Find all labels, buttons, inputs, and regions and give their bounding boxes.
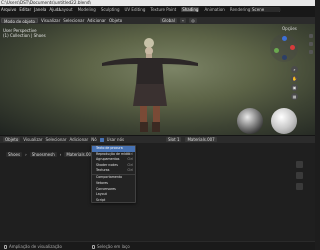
pan-hand-icon[interactable]: ✋ xyxy=(291,75,298,82)
tool-icon[interactable] xyxy=(309,42,313,46)
axis-neg-z-icon[interactable] xyxy=(282,55,287,60)
select-menu[interactable]: Selecionar xyxy=(63,18,84,23)
viewport-header: Modo de objeto Visualizar Selecionar Adi… xyxy=(0,17,315,24)
breadcrumb-mesh: Shoesmesh xyxy=(29,152,57,157)
node-editor-side-buttons xyxy=(296,161,303,190)
tab-sculpting[interactable]: Sculpting xyxy=(101,7,120,12)
menu-item[interactable]: Script xyxy=(92,198,135,204)
options-button[interactable]: Opções xyxy=(282,26,297,31)
collection-label: (1) Collection | Shoes xyxy=(3,33,46,38)
side-tab-icon[interactable] xyxy=(296,172,303,179)
status-left-text: Ampliação de visualização xyxy=(9,244,62,249)
character-model[interactable] xyxy=(100,36,200,134)
add-node-menu: Texto de procura Reprodução de mídia Ctrl… xyxy=(91,145,136,203)
mouse-icon xyxy=(92,244,95,249)
chevron-right-icon: › xyxy=(59,152,62,157)
zoom-icon[interactable]: ⌕ xyxy=(291,66,298,73)
shader-node-editor[interactable]: Shoes › Shoesmesh › Materials.007 Texto … xyxy=(0,143,315,241)
material-preview-sphere xyxy=(271,108,297,134)
object-menu[interactable]: Objeto xyxy=(109,18,122,23)
view-menu[interactable]: Visualizar xyxy=(41,18,60,23)
proportional-icon[interactable]: ◎ xyxy=(189,18,197,23)
transform-orientation[interactable]: Global xyxy=(160,18,177,23)
navigation-gizmo[interactable] xyxy=(270,34,298,62)
tab-animation[interactable]: Animation xyxy=(204,7,224,12)
viewport-info: User Perspective (1) Collection | Shoes xyxy=(3,28,46,38)
axis-z-icon[interactable] xyxy=(282,36,287,41)
menu-item[interactable]: Texturas Ctrl xyxy=(92,168,135,174)
status-right-text: Seleção em laço xyxy=(97,244,130,249)
tab-texture-paint[interactable]: Texture Paint xyxy=(150,7,176,12)
scene-selector[interactable]: Scene xyxy=(250,7,280,12)
mouse-icon xyxy=(4,244,7,249)
breadcrumb-object: Shoes xyxy=(6,152,23,157)
shader-header-right: Slot 1 Materials.007 xyxy=(166,137,217,142)
tab-uv-editing[interactable]: UV Editing xyxy=(125,7,146,12)
camera-icon[interactable]: ▣ xyxy=(291,84,298,91)
shader-view-menu[interactable]: Visualizar xyxy=(23,137,42,142)
status-left: Ampliação de visualização xyxy=(4,244,62,249)
viewport-header-left: Modo de objeto Visualizar Selecionar Adi… xyxy=(1,18,122,24)
tool-icon[interactable] xyxy=(309,50,313,54)
tab-rendering[interactable]: Rendering xyxy=(230,7,250,12)
shader-node-menu[interactable]: Nó xyxy=(91,137,96,142)
hdri-preview-sphere xyxy=(237,108,263,134)
shader-select-menu[interactable]: Selecionar xyxy=(46,137,67,142)
workspace-tabs: Layout Modeling Sculpting UV Editing Tex… xyxy=(59,7,280,12)
3d-viewport[interactable]: User Perspective (1) Collection | Shoes … xyxy=(0,24,315,135)
use-nodes-label: Usar nós xyxy=(106,137,125,142)
scene-name: Scene xyxy=(252,7,265,12)
viewport-nav-buttons: ⌕ ✋ ▣ ▦ xyxy=(291,66,298,100)
status-right: Seleção em laço xyxy=(92,244,130,249)
snap-icon[interactable]: ⌁ xyxy=(179,18,187,23)
use-nodes-checkbox[interactable] xyxy=(99,137,104,142)
shader-header-left: Objeto Visualizar Selecionar Adicionar N… xyxy=(3,137,124,142)
editor-type-dropdown[interactable]: Objeto xyxy=(3,137,21,142)
side-tab-icon[interactable] xyxy=(296,183,303,190)
tab-shading[interactable]: Shading xyxy=(181,7,200,12)
top-bar: Arquivo Editar Janela Ajuda Layout Model… xyxy=(0,6,315,17)
tool-icon[interactable] xyxy=(309,34,313,38)
side-tab-icon[interactable] xyxy=(296,161,303,168)
mode-dropdown[interactable]: Modo de objeto xyxy=(1,18,39,24)
add-menu-button[interactable]: Adicionar xyxy=(87,18,106,23)
shader-add-menu[interactable]: Adicionar xyxy=(70,137,89,142)
menu-editar[interactable]: Editar xyxy=(19,7,31,12)
axis-x-icon[interactable] xyxy=(290,45,295,50)
menu-arquivo[interactable]: Arquivo xyxy=(1,7,16,12)
breadcrumb: Shoes › Shoesmesh › Materials.007 xyxy=(6,152,96,157)
material-dropdown[interactable]: Materials.007 xyxy=(185,137,217,142)
main-menu: Arquivo Editar Janela Ajuda xyxy=(1,7,61,12)
tab-layout[interactable]: Layout xyxy=(59,7,73,12)
window-title: C:\Users\DST\Documents\untitled22.blend\ xyxy=(1,0,91,5)
axis-y-icon[interactable] xyxy=(274,48,279,53)
slot-dropdown[interactable]: Slot 1 xyxy=(166,137,182,142)
status-bar: Ampliação de visualização Seleção em laç… xyxy=(0,241,315,250)
viewport-tool-strip xyxy=(309,34,313,54)
tab-modeling[interactable]: Modeling xyxy=(78,7,96,12)
menu-janela[interactable]: Janela xyxy=(34,7,46,12)
viewport-header-right: Global ⌁ ◎ xyxy=(160,18,197,23)
chevron-right-icon: › xyxy=(25,152,27,157)
grid-icon[interactable]: ▦ xyxy=(291,93,298,100)
shader-editor-header: Objeto Visualizar Selecionar Adicionar N… xyxy=(0,135,315,143)
